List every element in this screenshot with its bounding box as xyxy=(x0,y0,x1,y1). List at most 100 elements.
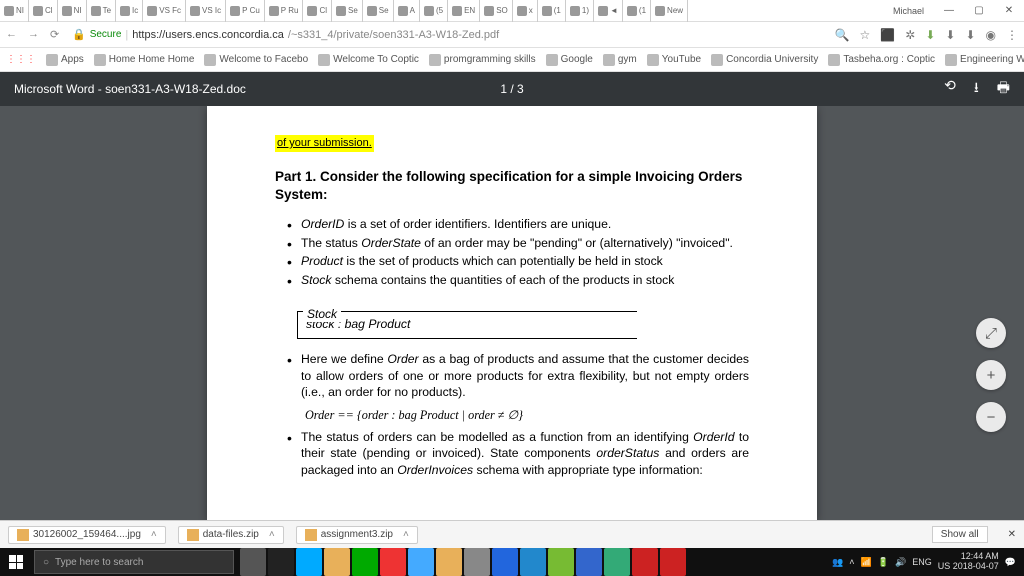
nav-reload-icon[interactable]: ⟳ xyxy=(50,28,64,42)
taskbar-app[interactable] xyxy=(576,548,602,576)
downloads-close-icon[interactable]: ✕ xyxy=(1008,529,1016,540)
browser-tab[interactable]: (1 xyxy=(623,0,651,22)
browser-tab[interactable]: EN xyxy=(448,0,480,22)
download-item[interactable]: assignment3.zip˄ xyxy=(296,526,418,544)
browser-tab[interactable]: SO xyxy=(480,0,513,22)
taskbar-app[interactable] xyxy=(408,548,434,576)
browser-tab[interactable]: VS Fc xyxy=(143,0,186,22)
show-all-button[interactable]: Show all xyxy=(932,526,988,543)
taskbar-app[interactable] xyxy=(296,548,322,576)
pdf-zoom-in-icon[interactable]: + xyxy=(976,360,1006,390)
pdf-viewport[interactable]: of your submission. Part 1. Consider the… xyxy=(0,106,1024,520)
bullet-list-c: The status of orders can be modelled as … xyxy=(275,429,749,478)
schema-box: Stock stock : bag Product xyxy=(297,300,637,339)
bookmark-item[interactable]: Welcome to Facebo xyxy=(204,54,308,66)
browser-tab[interactable]: (5 xyxy=(420,0,448,22)
favicon xyxy=(120,6,130,16)
profile-icon[interactable]: ◉ xyxy=(986,28,996,42)
window-maximize[interactable]: ▢ xyxy=(964,0,994,22)
taskbar-app[interactable] xyxy=(436,548,462,576)
browser-tab[interactable]: A xyxy=(394,0,420,22)
browser-tab[interactable]: NI xyxy=(0,0,29,22)
tab-label: P Cu xyxy=(242,6,260,15)
browser-tab[interactable]: Se xyxy=(363,0,394,22)
menu-icon[interactable]: ⋮ xyxy=(1006,28,1018,42)
pdf-rotate-icon[interactable]: ⟲ xyxy=(944,77,956,101)
browser-tab[interactable]: New xyxy=(651,0,688,22)
tray-chevron-icon[interactable]: ˄ xyxy=(849,557,854,567)
download-item[interactable]: data-files.zip˄ xyxy=(178,526,284,544)
ext-icon[interactable]: ✲ xyxy=(905,28,915,42)
nav-back-icon[interactable]: ← xyxy=(6,28,20,42)
start-button[interactable] xyxy=(0,548,32,576)
tray-battery-icon[interactable]: 🔋 xyxy=(878,557,889,568)
browser-tab[interactable]: Cl xyxy=(29,0,58,22)
tray-volume-icon[interactable]: 🔊 xyxy=(895,557,906,568)
pdf-zoom-out-icon[interactable]: − xyxy=(976,402,1006,432)
download3-icon[interactable]: ⬇ xyxy=(965,28,975,42)
taskbar-app[interactable] xyxy=(632,548,658,576)
download-item[interactable]: 30126002_159464....jpg˄ xyxy=(8,526,166,544)
browser-tab[interactable]: ◄ xyxy=(594,0,623,22)
bookmark-item[interactable]: promgramming skills xyxy=(429,54,536,66)
pdf-fit-icon[interactable]: ⤢ xyxy=(976,318,1006,348)
system-tray[interactable]: 👥 ˄ 📶 🔋 🔊 ENG 12:44 AM US 2018-04-07 💬 xyxy=(832,552,1024,572)
taskbar-app[interactable] xyxy=(604,548,630,576)
tab-label: Cl xyxy=(45,6,53,15)
browser-tab[interactable]: VS Ic xyxy=(186,0,226,22)
taskbar-app[interactable] xyxy=(380,548,406,576)
browser-tab[interactable]: 1) xyxy=(566,0,594,22)
window-minimize[interactable]: — xyxy=(934,0,964,22)
apps-icon[interactable]: ⋮⋮⋮ xyxy=(6,54,36,65)
zoom-icon[interactable]: 🔍 xyxy=(835,28,850,42)
download2-icon[interactable]: ⬇ xyxy=(945,28,955,42)
chevron-up-icon[interactable]: ˄ xyxy=(269,529,275,540)
bookmark-item[interactable]: Tasbeha.org : Coptic xyxy=(828,54,935,66)
browser-tab[interactable]: Cl xyxy=(303,0,332,22)
chevron-up-icon[interactable]: ˄ xyxy=(403,529,409,540)
tray-wifi-icon[interactable]: 📶 xyxy=(861,557,872,568)
bookmark-item[interactable]: Engineering Writing xyxy=(945,54,1024,66)
browser-tab[interactable]: x xyxy=(513,0,538,22)
browser-tab[interactable]: Te xyxy=(87,0,116,22)
file-icon xyxy=(17,529,29,541)
bookmark-item[interactable]: Apps xyxy=(46,54,84,66)
taskbar-app[interactable] xyxy=(352,548,378,576)
taskbar-app[interactable] xyxy=(492,548,518,576)
taskbar-app[interactable] xyxy=(464,548,490,576)
taskbar-app[interactable] xyxy=(660,548,686,576)
taskbar-app[interactable] xyxy=(520,548,546,576)
bookmark-item[interactable]: Google xyxy=(546,54,593,66)
nav-forward-icon[interactable]: → xyxy=(28,28,42,42)
taskbar-app[interactable] xyxy=(268,548,294,576)
bookmark-item[interactable]: YouTube xyxy=(647,54,701,66)
taskbar-app[interactable] xyxy=(548,548,574,576)
tray-notifications-icon[interactable]: 💬 xyxy=(1005,557,1016,568)
url-field[interactable]: 🔒 Secure | https://users.encs.concordia.… xyxy=(72,28,827,41)
browser-tab[interactable]: Se xyxy=(332,0,363,22)
taskbar-app[interactable] xyxy=(324,548,350,576)
browser-tab[interactable]: (1 xyxy=(538,0,566,22)
tray-clock[interactable]: 12:44 AM US 2018-04-07 xyxy=(938,552,999,572)
pdf-download-icon[interactable]: ⭳ xyxy=(974,77,979,101)
tray-lang[interactable]: ENG xyxy=(912,557,932,567)
taskbar-app[interactable] xyxy=(240,548,266,576)
browser-tab[interactable]: P Cu xyxy=(226,0,265,22)
tab-label: VS Ic xyxy=(202,6,221,15)
bookmark-item[interactable]: Home Home Home xyxy=(94,54,195,66)
taskbar-search[interactable]: ○ Type here to search xyxy=(34,550,234,574)
browser-tab[interactable]: NI xyxy=(58,0,87,22)
browser-tab[interactable]: Ic xyxy=(116,0,143,22)
pdf-ext-icon[interactable]: ⬛ xyxy=(880,28,895,42)
pdf-print-icon[interactable]: 🖶 xyxy=(997,77,1010,101)
star-icon[interactable]: ☆ xyxy=(860,28,871,42)
chevron-up-icon[interactable]: ˄ xyxy=(151,529,157,540)
bookmark-item[interactable]: Welcome To Coptic xyxy=(318,54,419,66)
bookmark-label: Concordia University xyxy=(726,54,818,65)
tray-people-icon[interactable]: 👥 xyxy=(832,557,843,568)
bookmark-item[interactable]: Concordia University xyxy=(711,54,818,66)
window-close[interactable]: ✕ xyxy=(994,0,1024,22)
browser-tab[interactable]: P Ru xyxy=(265,0,304,22)
bookmark-item[interactable]: gym xyxy=(603,54,637,66)
download-icon[interactable]: ⬇ xyxy=(925,28,935,42)
